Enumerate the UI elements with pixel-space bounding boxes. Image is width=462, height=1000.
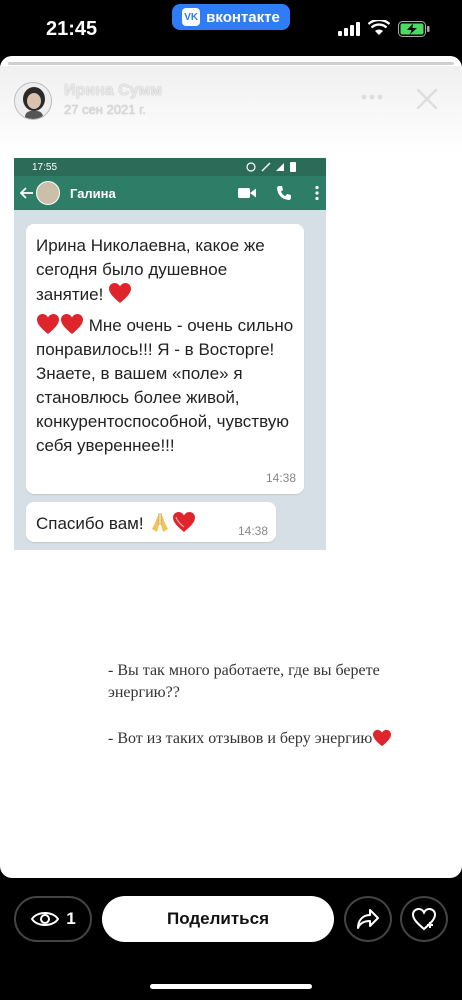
- status-bar: 21:45 VK вконтакте: [0, 0, 462, 56]
- eye-icon: [31, 912, 60, 926]
- chat-status-icons: [246, 162, 296, 172]
- chat-status-time: 17:55: [32, 161, 58, 173]
- contact-avatar: [36, 181, 60, 205]
- heart-emoji-icon: [173, 512, 196, 532]
- video-call-icon: [238, 188, 256, 198]
- app-pill-label: вконтакте: [206, 8, 280, 26]
- story-card[interactable]: Ирина Сумм 27 сен 2021 г. 17:55 Галина И…: [0, 56, 462, 878]
- share-button[interactable]: Поделиться: [102, 896, 334, 942]
- contact-name: Галина: [70, 186, 116, 201]
- chat-menu-icon: [315, 185, 319, 201]
- home-indicator: [150, 984, 312, 989]
- views-button[interactable]: 1: [14, 896, 92, 942]
- story-caption-question: - Вы так много работаете, где вы берете …: [108, 662, 380, 701]
- message-paragraph: Мне очень - очень сильно понравилось!!! …: [36, 313, 294, 458]
- share-arrow-icon: [357, 909, 379, 929]
- story-progress-bar: [8, 62, 454, 65]
- red-heart-emoji-icon: [37, 314, 59, 334]
- battery-charging-icon: [398, 21, 430, 37]
- red-heart-emoji-icon: [109, 283, 132, 303]
- like-button[interactable]: [400, 896, 448, 942]
- message-paragraph: Ирина Николаевна, какое же сегодня было …: [36, 236, 265, 304]
- forward-button[interactable]: [344, 896, 392, 942]
- more-icon[interactable]: [360, 92, 384, 102]
- close-icon[interactable]: [414, 86, 440, 112]
- author-name[interactable]: Ирина Сумм: [64, 82, 162, 100]
- phone-icon: [277, 186, 291, 200]
- story-caption-answer: - Вот из таких отзывов и беру энергию: [108, 728, 428, 750]
- message-bubble: Спасибо вам! 14:38: [26, 502, 276, 542]
- chat-status-bar: 17:55: [14, 158, 326, 176]
- story-bottom-bar: 1 Поделиться: [0, 880, 462, 1000]
- views-count: 1: [66, 909, 76, 928]
- message-bubble: Ирина Николаевна, какое же сегодня было …: [26, 224, 304, 494]
- vk-logo-icon: VK: [182, 8, 201, 26]
- praying-hands-emoji-icon: [152, 513, 169, 532]
- story-date: 27 сен 2021 г.: [64, 102, 146, 117]
- cellular-signal-icon: [338, 22, 360, 36]
- return-to-app-pill[interactable]: VK вконтакте: [172, 4, 290, 30]
- heart-icon: [411, 907, 437, 931]
- red-heart-emoji-icon: [61, 314, 83, 334]
- author-avatar[interactable]: [14, 82, 52, 120]
- message-time: 14:38: [237, 524, 268, 538]
- status-time: 21:45: [46, 18, 98, 40]
- message-time: 14:38: [265, 471, 296, 485]
- red-heart-emoji-icon: [373, 729, 392, 747]
- chat-screenshot: 17:55 Галина Ирина Николаевна, какое же …: [14, 158, 326, 550]
- wifi-icon: [368, 20, 390, 35]
- back-arrow-icon: [20, 187, 33, 199]
- chat-header: Галина: [14, 176, 326, 210]
